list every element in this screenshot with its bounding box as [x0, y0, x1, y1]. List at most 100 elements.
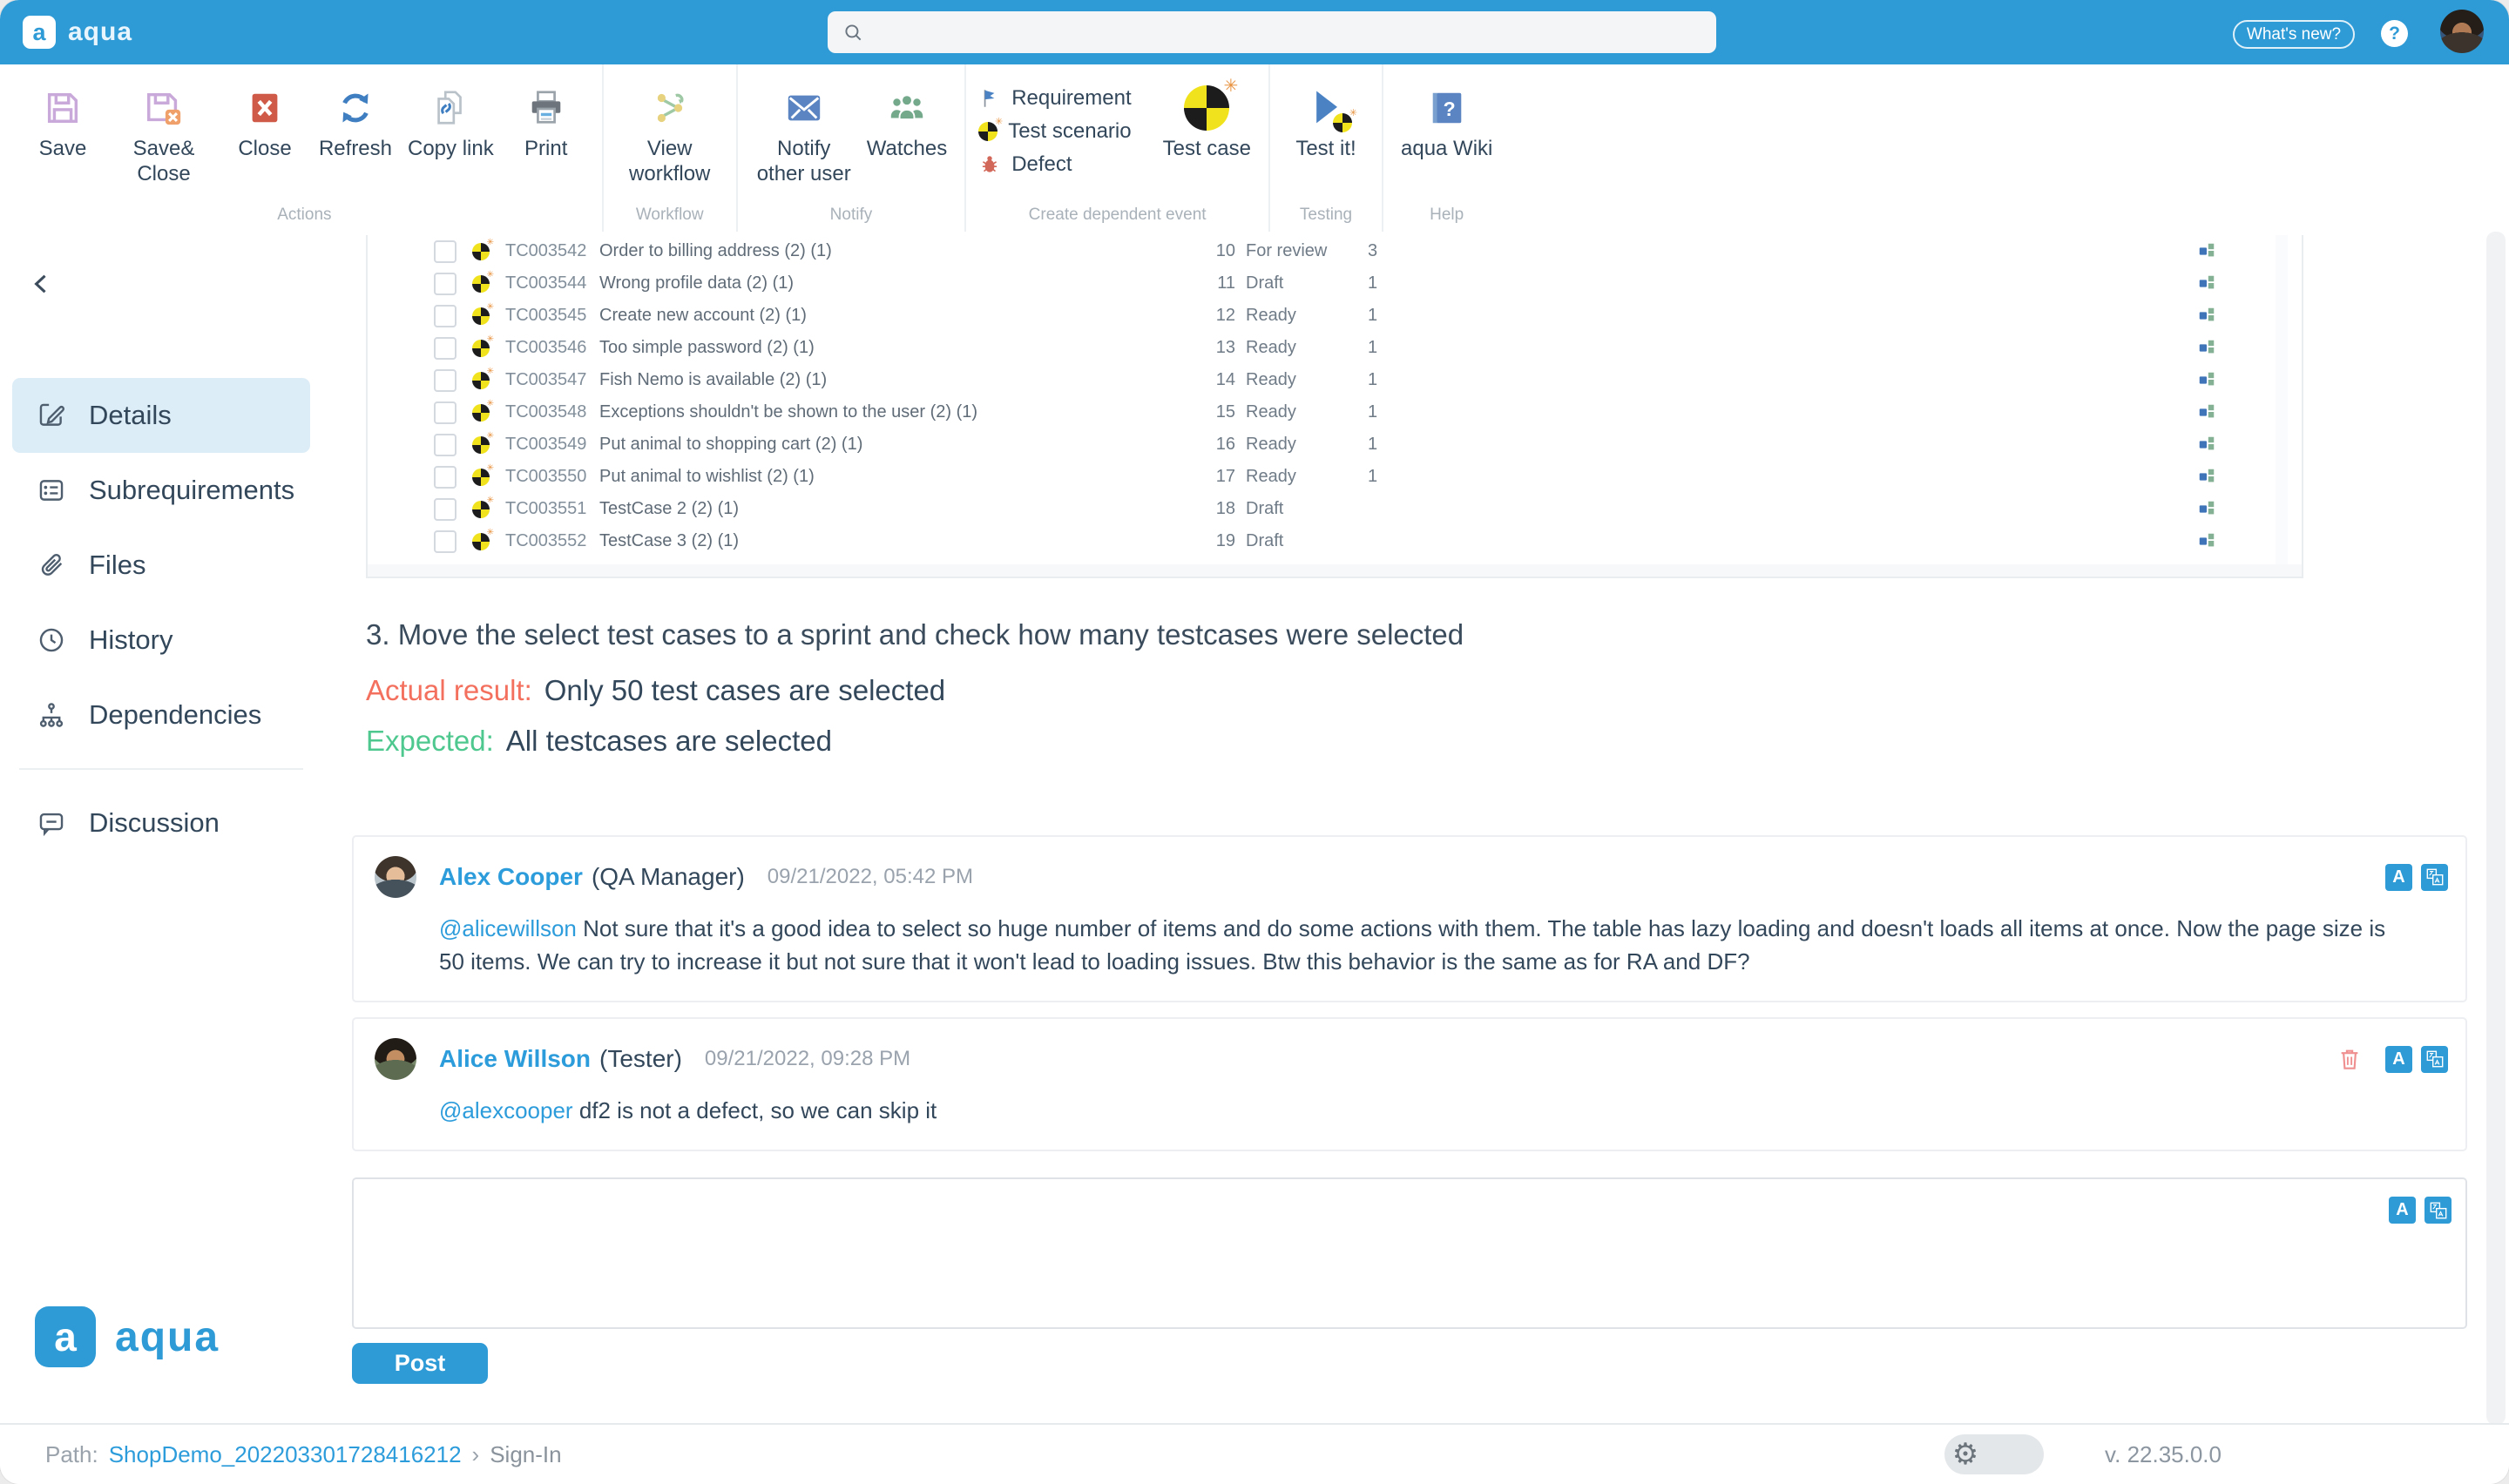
table-row[interactable]: TC003546 Too simple password (2) (1) 13 …	[368, 332, 2302, 364]
steps-icon[interactable]	[2195, 531, 2218, 550]
row-checkbox[interactable]	[434, 434, 456, 456]
post-button[interactable]: Post	[352, 1343, 488, 1384]
path-project-link[interactable]: ShopDemo_202203301728416212	[109, 1441, 462, 1468]
table-row[interactable]: TC003550 Put animal to wishlist (2) (1) …	[368, 461, 2302, 493]
commenter-avatar[interactable]	[375, 1038, 416, 1080]
row-checkbox[interactable]	[434, 530, 456, 553]
expected-result-label: Expected:	[366, 725, 494, 757]
testcase-name[interactable]: Too simple password (2) (1)	[599, 338, 1209, 358]
table-row[interactable]: TC003552 TestCase 3 (2) (1) 19 Draft	[368, 525, 2302, 557]
row-checkbox[interactable]	[434, 498, 456, 521]
aqua-logo-letter: a	[32, 19, 45, 46]
create-requirement-button[interactable]: Requirement	[978, 85, 1131, 111]
steps-icon[interactable]	[2195, 499, 2218, 518]
print-button[interactable]: Print	[503, 80, 590, 165]
sidebar-item-discussion[interactable]: Discussion	[12, 786, 310, 860]
table-row[interactable]: TC003549 Put animal to shopping cart (2)…	[368, 428, 2302, 461]
ribbon-toolbar: Save Save& Close Close	[0, 64, 2509, 233]
steps-icon[interactable]	[2195, 402, 2218, 422]
sidebar-item-dependencies[interactable]: Dependencies	[12, 678, 310, 752]
testcase-order: 10	[1209, 241, 1235, 261]
create-defect-button[interactable]: Defect	[978, 152, 1131, 177]
delete-comment-button[interactable]	[2335, 1044, 2364, 1074]
testcase-name[interactable]: TestCase 2 (2) (1)	[599, 499, 1209, 519]
translate-button[interactable]	[2421, 864, 2448, 891]
mention-link[interactable]: @alexcooper	[439, 1097, 573, 1123]
row-checkbox[interactable]	[434, 337, 456, 360]
steps-icon[interactable]	[2195, 370, 2218, 389]
steps-icon[interactable]	[2195, 306, 2218, 325]
testcase-icon	[472, 501, 490, 518]
test-it-button[interactable]: Test it!	[1282, 80, 1369, 165]
create-test-case-button[interactable]: Test case	[1158, 80, 1256, 165]
testcase-name[interactable]: Create new account (2) (1)	[599, 306, 1209, 326]
main-scrollbar[interactable]	[2486, 232, 2506, 1425]
row-checkbox[interactable]	[434, 401, 456, 424]
sidebar-item-label: History	[89, 624, 172, 656]
close-button[interactable]: Close	[221, 80, 308, 165]
testcase-name[interactable]: Exceptions shouldn't be shown to the use…	[599, 402, 1209, 422]
help-icon[interactable]: ?	[2381, 20, 2408, 47]
sidebar-item-files[interactable]: Files	[12, 528, 310, 603]
testcase-name[interactable]: TestCase 3 (2) (1)	[599, 531, 1209, 551]
steps-icon[interactable]	[2195, 467, 2218, 486]
row-checkbox[interactable]	[434, 240, 456, 263]
table-row[interactable]: TC003544 Wrong profile data (2) (1) 11 D…	[368, 267, 2302, 300]
steps-icon[interactable]	[2195, 241, 2218, 260]
copy-link-button[interactable]: Copy link	[402, 80, 499, 165]
testcase-status: Ready	[1246, 402, 1368, 422]
row-checkbox[interactable]	[434, 273, 456, 295]
back-chevron-icon[interactable]	[23, 265, 61, 303]
view-workflow-button[interactable]: View workflow	[616, 80, 724, 190]
aqua-logo-icon[interactable]: a	[23, 16, 56, 49]
save-button[interactable]: Save	[19, 80, 106, 165]
format-text-button[interactable]: A	[2389, 1197, 2416, 1224]
create-test-scenario-button[interactable]: Test scenario	[978, 118, 1131, 144]
translate-button[interactable]	[2424, 1197, 2452, 1224]
sidebar-item-details[interactable]: Details	[12, 378, 310, 453]
testcase-id: TC003548	[505, 402, 599, 422]
commenter-name[interactable]: Alice Willson	[439, 1045, 591, 1073]
watches-button[interactable]: Watches	[862, 80, 952, 165]
save-and-close-button[interactable]: Save& Close	[110, 80, 218, 190]
steps-icon[interactable]	[2195, 273, 2218, 293]
table-scrollbar[interactable]	[2276, 235, 2288, 564]
search-input[interactable]	[864, 11, 1716, 53]
sidebar-item-history[interactable]: History	[12, 603, 310, 678]
testcase-table: TC003542 Order to billing address (2) (1…	[366, 235, 2303, 578]
testcase-name[interactable]: Put animal to shopping cart (2) (1)	[599, 435, 1209, 455]
row-checkbox[interactable]	[434, 305, 456, 327]
format-text-button[interactable]: A	[2385, 864, 2412, 891]
table-row[interactable]: TC003547 Fish Nemo is available (2) (1) …	[368, 364, 2302, 396]
translate-button[interactable]	[2421, 1046, 2448, 1073]
table-row[interactable]: TC003551 TestCase 2 (2) (1) 18 Draft	[368, 493, 2302, 525]
table-row[interactable]: TC003548 Exceptions shouldn't be shown t…	[368, 396, 2302, 428]
testcase-name[interactable]: Order to billing address (2) (1)	[599, 241, 1209, 261]
testcase-order: 17	[1209, 467, 1235, 487]
table-horizontal-scrollbar[interactable]	[368, 564, 2302, 577]
settings-toggle[interactable]: ⚙	[1944, 1434, 2044, 1474]
aqua-wiki-button[interactable]: ? aqua Wiki	[1396, 80, 1498, 165]
format-text-button[interactable]: A	[2385, 1046, 2412, 1073]
table-row[interactable]: TC003545 Create new account (2) (1) 12 R…	[368, 300, 2302, 332]
row-checkbox[interactable]	[434, 466, 456, 489]
comment-input[interactable]	[364, 1186, 2370, 1320]
mention-link[interactable]: @alicewillson	[439, 915, 577, 941]
table-row[interactable]: TC003542 Order to billing address (2) (1…	[368, 235, 2302, 267]
row-checkbox[interactable]	[434, 369, 456, 392]
steps-icon[interactable]	[2195, 435, 2218, 454]
commenter-avatar[interactable]	[375, 856, 416, 898]
global-search[interactable]	[828, 11, 1716, 53]
whats-new-button[interactable]: What's new?	[2233, 20, 2355, 49]
user-avatar[interactable]	[2440, 10, 2484, 53]
testcase-name[interactable]: Put animal to wishlist (2) (1)	[599, 467, 1209, 487]
sidebar-item-subrequirements[interactable]: Subrequirements	[12, 453, 310, 528]
discussion-chat-icon	[37, 808, 66, 838]
notify-other-user-button[interactable]: Notify other user	[750, 80, 858, 190]
refresh-button[interactable]: Refresh	[312, 80, 399, 165]
testcase-name[interactable]: Fish Nemo is available (2) (1)	[599, 370, 1209, 390]
steps-icon[interactable]	[2195, 338, 2218, 357]
testcase-status: Ready	[1246, 338, 1368, 358]
commenter-name[interactable]: Alex Cooper	[439, 863, 583, 891]
testcase-name[interactable]: Wrong profile data (2) (1)	[599, 273, 1209, 293]
